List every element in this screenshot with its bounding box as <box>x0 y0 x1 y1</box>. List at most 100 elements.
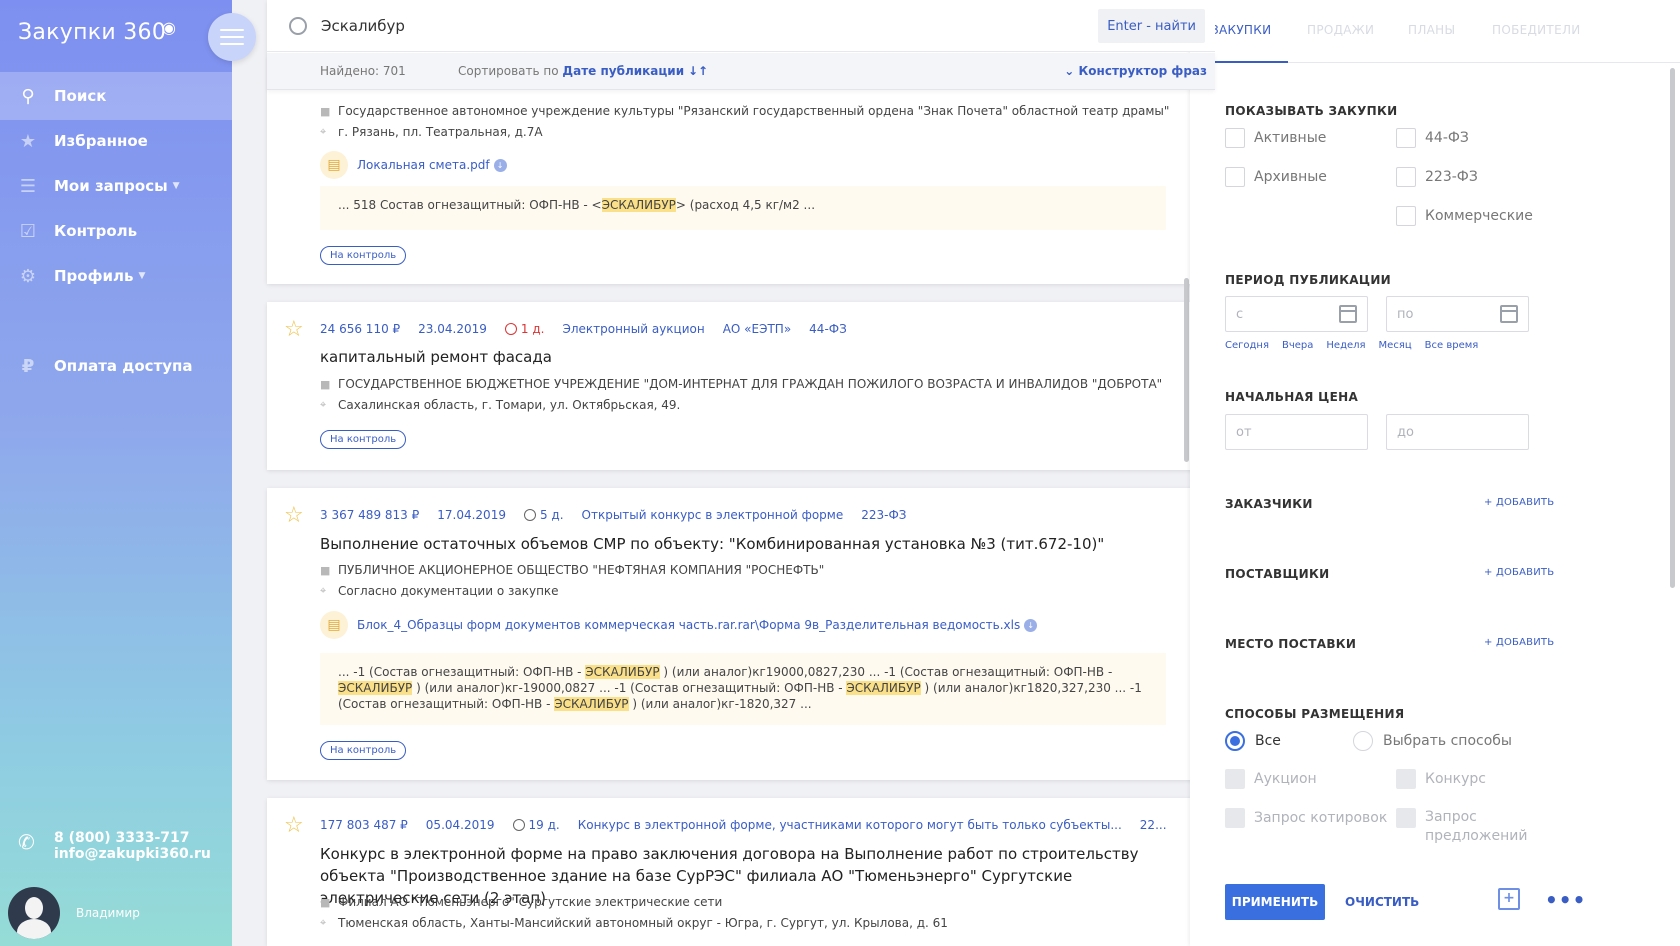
menu-toggle-button[interactable] <box>208 13 256 61</box>
quick-period-links: Сегодня Вчера Неделя Месяц Все время <box>1225 340 1478 351</box>
checkbox-archive[interactable]: Архивные <box>1225 167 1327 187</box>
contact-email[interactable]: info@zakupki360.ru <box>54 846 211 862</box>
favorite-star-icon[interactable]: ☆ <box>284 317 304 342</box>
result-card[interactable]: ☆ 3 367 489 813 ₽ 17.04.2019 5 д. Открыт… <box>267 488 1215 780</box>
platform-name[interactable]: АО «ЕЭТП» <box>723 322 791 336</box>
add-to-control-button[interactable]: На контроль <box>320 246 407 265</box>
favorite-star-icon[interactable]: ☆ <box>284 813 304 838</box>
radio-methods-all[interactable]: Все <box>1225 731 1281 751</box>
checkbox-contest[interactable]: Конкурс <box>1396 769 1486 789</box>
sidebar-item-control[interactable]: ☑ Контроль <box>0 207 232 255</box>
customer-name: Филиал АО "Тюменьэнерго" Сургутские элек… <box>338 895 723 909</box>
start-price-heading: НАЧАЛЬНАЯ ЦЕНА <box>1225 390 1359 404</box>
sidebar-item-profile[interactable]: ⚙ Профиль ▼ <box>0 252 232 300</box>
period-week-link[interactable]: Неделя <box>1326 340 1365 351</box>
tab-plans[interactable]: ПЛАНЫ <box>1408 23 1455 37</box>
search-input[interactable] <box>321 12 1021 40</box>
period-alltime-link[interactable]: Все время <box>1425 340 1479 351</box>
sort-value-link[interactable]: Дате публикации <box>562 64 684 78</box>
radio-circle[interactable] <box>1353 731 1373 751</box>
sidebar-item-my-queries[interactable]: ☰ Мои запросы ▼ <box>0 162 232 210</box>
add-supplier-link[interactable]: + ДОБАВИТЬ <box>1484 567 1554 578</box>
checkbox-223fz[interactable]: 223-ФЗ <box>1396 167 1478 187</box>
phrase-constructor-label: Конструктор фраз <box>1078 64 1207 78</box>
checkbox-label: Коммерческие <box>1425 208 1533 224</box>
checkbox-44fz[interactable]: 44-ФЗ <box>1396 128 1469 148</box>
radio-methods-choose[interactable]: Выбрать способы <box>1353 731 1512 751</box>
date-to-placeholder: по <box>1397 306 1414 322</box>
contact-phone[interactable]: 8 (800) 3333-717 <box>54 830 211 846</box>
price-from-field[interactable]: от <box>1225 414 1368 450</box>
add-place-link[interactable]: + ДОБАВИТЬ <box>1484 637 1554 648</box>
attached-document[interactable]: ▤ Блок_4_Образцы форм документов коммерч… <box>320 611 1038 639</box>
procurement-method[interactable]: Конкурс в электронной форме, участниками… <box>578 818 1122 832</box>
sidebar-item-favorites[interactable]: ★ Избранное <box>0 117 232 165</box>
document-name: Блок_4_Образцы форм документов коммерчес… <box>357 618 1021 632</box>
days-left-value: 19 д. <box>528 818 560 832</box>
procurement-method[interactable]: Открытый конкурс в электронной форме <box>582 508 844 522</box>
sidebar-item-payment[interactable]: ₽ Оплата доступа <box>0 342 232 390</box>
date-from-placeholder: с <box>1236 306 1244 322</box>
calendar-icon[interactable] <box>1500 305 1518 323</box>
radio-circle[interactable] <box>1225 731 1245 751</box>
checkbox-box[interactable] <box>1396 808 1416 828</box>
more-options-icon[interactable]: ••• <box>1545 888 1586 912</box>
period-today-link[interactable]: Сегодня <box>1225 340 1269 351</box>
checkbox-box[interactable] <box>1396 206 1416 226</box>
result-card[interactable]: ☆ 24 656 110 ₽ 23.04.2019 1 д. Электронн… <box>267 302 1215 470</box>
download-icon[interactable]: ↓ <box>1024 618 1038 632</box>
date-to-field[interactable]: по <box>1386 296 1529 332</box>
tab-winners[interactable]: ПОБЕДИТЕЛИ <box>1492 23 1581 37</box>
date-from-field[interactable]: с <box>1225 296 1368 332</box>
clear-filters-button[interactable]: ОЧИСТИТЬ <box>1345 895 1419 909</box>
checkbox-auction[interactable]: Аукцион <box>1225 769 1317 789</box>
calendar-icon[interactable] <box>1339 305 1357 323</box>
price-to-field[interactable]: до <box>1386 414 1529 450</box>
user-profile[interactable]: Владимир <box>8 887 140 939</box>
tab-sales[interactable]: ПРОДАЖИ <box>1307 23 1374 37</box>
checkbox-box[interactable] <box>1396 128 1416 148</box>
favorite-star-icon[interactable]: ☆ <box>284 503 304 528</box>
address-line: ⌖ г. Рязань, пл. Театральная, д.7А <box>320 125 543 139</box>
tab-purchases[interactable]: ЗАКУПКИ <box>1211 23 1271 37</box>
sort-direction-icon[interactable]: ↓↑ <box>688 64 708 78</box>
checkbox-commercial[interactable]: Коммерческие <box>1396 206 1533 226</box>
customer-line: ■ ПУБЛИЧНОЕ АКЦИОНЕРНОЕ ОБЩЕСТВО "НЕФТЯН… <box>320 563 824 577</box>
checkbox-active[interactable]: Активные <box>1225 128 1326 148</box>
customer-name: ГОСУДАРСТВЕННОЕ БЮДЖЕТНОЕ УЧРЕЖДЕНИЕ "ДО… <box>338 377 1163 391</box>
stack-icon: ☰ <box>19 175 37 197</box>
save-query-icon[interactable]: + <box>1498 888 1520 910</box>
checkbox-label: Активные <box>1254 130 1327 146</box>
checkbox-quote-request[interactable]: Запрос котировок <box>1225 808 1387 828</box>
checkbox-box[interactable] <box>1396 769 1416 789</box>
period-month-link[interactable]: Месяц <box>1379 340 1412 351</box>
filter-scrollbar[interactable] <box>1670 68 1675 588</box>
sidebar-item-search[interactable]: ⚲ Поиск <box>0 72 232 120</box>
search-submit-button[interactable]: Enter - найти <box>1098 9 1205 43</box>
result-card[interactable]: ☆ 177 803 487 ₽ 05.04.2019 19 д. Конкурс… <box>267 798 1215 946</box>
building-icon: ■ <box>320 895 331 909</box>
add-customer-link[interactable]: + ДОБАВИТЬ <box>1484 497 1554 508</box>
phrase-constructor-link[interactable]: ⌄ Конструктор фраз <box>1064 64 1207 78</box>
law-badge: 223-ФЗ <box>861 508 907 522</box>
snippet-text: ) (или аналог)кг-1820,327 ... <box>628 697 812 711</box>
customer-line: ■ Государственное автономное учреждение … <box>320 104 1169 118</box>
result-title[interactable]: Выполнение остаточных объемов СМР по объ… <box>320 533 1170 555</box>
period-yesterday-link[interactable]: Вчера <box>1282 340 1313 351</box>
checkbox-offer-request[interactable]: Запрос предложений <box>1396 808 1527 846</box>
checkbox-box[interactable] <box>1225 128 1245 148</box>
add-to-control-button[interactable]: На контроль <box>320 430 407 449</box>
app-logo[interactable]: Закупки 360 <box>18 20 166 45</box>
result-title[interactable]: капитальный ремонт фасада <box>320 346 1170 368</box>
checkbox-box[interactable] <box>1225 167 1245 187</box>
download-icon[interactable]: ↓ <box>493 158 507 172</box>
procurement-method[interactable]: Электронный аукцион <box>562 322 704 336</box>
attached-document[interactable]: ▤ Локальная смета.pdf ↓ <box>320 151 507 179</box>
filter-tabs: ЗАКУПКИ ПРОДАЖИ ПЛАНЫ ПОБЕДИТЕЛИ <box>1190 0 1680 63</box>
checkbox-box[interactable] <box>1225 769 1245 789</box>
checkbox-box[interactable] <box>1225 808 1245 828</box>
checkbox-box[interactable] <box>1396 167 1416 187</box>
results-scrollbar[interactable] <box>1184 278 1189 462</box>
add-to-control-button[interactable]: На контроль <box>320 741 407 760</box>
apply-filters-button[interactable]: ПРИМЕНИТЬ <box>1225 884 1325 920</box>
